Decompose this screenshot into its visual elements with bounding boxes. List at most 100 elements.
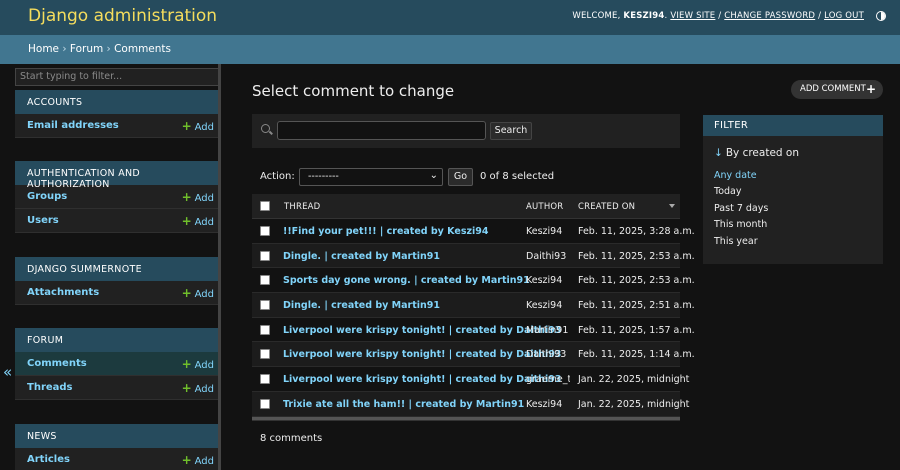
- author-cell: Keszi94: [526, 300, 563, 312]
- filter-option-this-year[interactable]: This year: [714, 236, 758, 247]
- thread-link[interactable]: Liverpool were krispy tonight! | created…: [283, 325, 561, 336]
- author-cell: Keszi94: [526, 398, 563, 410]
- column-created-on[interactable]: CREATED ON: [578, 202, 635, 212]
- author-cell: Daithi93: [526, 349, 567, 361]
- row-checkbox[interactable]: [260, 250, 270, 261]
- sidebar-item-comments[interactable]: Comments + Add: [15, 352, 220, 376]
- created-cell: Feb. 11, 2025, 1:57 a.m.: [578, 324, 695, 336]
- site-header: Django administration WELCOME, KESZI94. …: [0, 0, 900, 35]
- thread-link[interactable]: !!Find your pet!!! | created by Keszi94: [283, 226, 488, 237]
- results-table: THREAD AUTHOR CREATED ON !!Find your pet…: [252, 194, 695, 456]
- table-row: Dingle. | created by Martin91 Keszi94 Fe…: [252, 293, 695, 318]
- add-email-address-button[interactable]: + Add: [182, 119, 214, 133]
- view-site-link[interactable]: VIEW SITE: [670, 11, 715, 21]
- row-checkbox[interactable]: [260, 226, 270, 236]
- row-checkbox[interactable]: [260, 275, 270, 286]
- module-forum: FORUM Comments + Add Threads + Add: [15, 328, 220, 400]
- action-select[interactable]: --------- ⌄: [299, 168, 443, 186]
- sidebar-item-label[interactable]: Groups: [27, 191, 67, 202]
- change-password-link[interactable]: CHANGE PASSWORD: [724, 11, 815, 21]
- sidebar-item-articles[interactable]: Articles + Add: [15, 448, 220, 470]
- sidebar-item-threads[interactable]: Threads + Add: [15, 376, 220, 400]
- filter-option-any-date[interactable]: Any date: [714, 170, 757, 181]
- action-label: Action:: [260, 171, 295, 182]
- author-cell: graeme_t: [526, 374, 570, 386]
- created-cell: Feb. 11, 2025, 2:51 a.m.: [578, 300, 695, 312]
- collapse-sidebar-icon[interactable]: «: [3, 363, 12, 381]
- sidebar-item-email-addresses[interactable]: Email addresses + Add: [15, 114, 220, 138]
- add-thread-button[interactable]: + Add: [182, 381, 214, 395]
- created-cell: Feb. 11, 2025, 2:53 a.m.: [578, 250, 695, 262]
- add-article-button[interactable]: + Add: [182, 453, 214, 467]
- module-caption[interactable]: FORUM: [15, 328, 220, 352]
- sidebar-item-label[interactable]: Articles: [27, 454, 70, 465]
- sidebar-item-label[interactable]: Email addresses: [27, 120, 119, 131]
- table-row: Trixie ate all the ham!! | created by Ma…: [252, 391, 689, 417]
- row-checkbox[interactable]: [260, 324, 270, 335]
- table-row: Liverpool were krispy tonight! | created…: [252, 342, 695, 368]
- sidebar-item-label[interactable]: Attachments: [27, 287, 99, 298]
- row-checkbox[interactable]: [260, 349, 270, 360]
- row-checkbox[interactable]: [260, 374, 270, 385]
- go-button[interactable]: Go: [448, 168, 473, 186]
- thread-link[interactable]: Dingle. | created by Martin91: [283, 251, 440, 262]
- search-button[interactable]: Search: [490, 122, 532, 140]
- created-cell: Feb. 11, 2025, 2:53 a.m.: [578, 275, 695, 287]
- search-toolbar: Search: [252, 114, 680, 148]
- sidebar-item-label[interactable]: Threads: [27, 382, 73, 393]
- add-attachment-button[interactable]: + Add: [182, 286, 214, 300]
- sidebar-item-label[interactable]: Users: [27, 215, 59, 226]
- sort-desc-icon[interactable]: [669, 204, 675, 208]
- add-comment-button[interactable]: ADD COMMENT +: [791, 80, 883, 99]
- site-brand[interactable]: Django administration: [28, 6, 217, 26]
- column-thread[interactable]: THREAD: [284, 202, 320, 212]
- filter-heading[interactable]: ↓ By created on: [714, 147, 799, 159]
- module-auth: AUTHENTICATION AND AUTHORIZATION Groups …: [15, 161, 220, 233]
- plus-icon: +: [181, 119, 192, 133]
- log-out-link[interactable]: LOG OUT: [824, 11, 864, 21]
- filter-option-today[interactable]: Today: [714, 186, 741, 197]
- nav-filter-input[interactable]: Start typing to filter...: [15, 68, 220, 86]
- module-caption[interactable]: DJANGO SUMMERNOTE: [15, 257, 220, 281]
- page-title: Select comment to change: [252, 82, 455, 100]
- theme-toggle-icon[interactable]: [876, 11, 886, 21]
- plus-icon: +: [181, 214, 192, 228]
- column-author[interactable]: AUTHOR: [526, 202, 563, 212]
- row-checkbox[interactable]: [260, 300, 270, 311]
- breadcrumb: Home › Forum › Comments: [0, 35, 900, 64]
- actions-bar: Action: --------- ⌄ Go 0 of 8 selected: [252, 166, 680, 188]
- module-caption[interactable]: ACCOUNTS: [15, 90, 220, 114]
- author-cell: Martin91: [526, 324, 569, 336]
- thread-link[interactable]: Sports day gone wrong. | created by Mart…: [283, 275, 530, 286]
- breadcrumb-current: Comments: [114, 43, 172, 55]
- breadcrumb-home[interactable]: Home: [28, 43, 59, 55]
- select-all-checkbox[interactable]: [260, 201, 270, 211]
- thread-link[interactable]: Liverpool were krispy tonight! | created…: [283, 374, 561, 385]
- sidebar-item-label[interactable]: Comments: [27, 358, 87, 369]
- sidebar-item-attachments[interactable]: Attachments + Add: [15, 281, 220, 305]
- sidebar-item-users[interactable]: Users + Add: [15, 209, 220, 233]
- sidebar-item-groups[interactable]: Groups + Add: [15, 185, 220, 209]
- module-summernote: DJANGO SUMMERNOTE Attachments + Add: [15, 257, 220, 305]
- filter-option-past-7-days[interactable]: Past 7 days: [714, 203, 768, 214]
- breadcrumb-forum[interactable]: Forum: [70, 43, 103, 55]
- thread-link[interactable]: Trixie ate all the ham!! | created by Ma…: [283, 399, 524, 410]
- filter-option-this-month[interactable]: This month: [714, 219, 767, 230]
- thread-link[interactable]: Liverpool were krispy tonight! | created…: [283, 349, 561, 360]
- add-group-button[interactable]: + Add: [182, 190, 214, 204]
- search-input[interactable]: [277, 121, 486, 140]
- plus-icon: +: [181, 453, 192, 467]
- created-cell: Feb. 11, 2025, 3:28 a.m.: [578, 226, 695, 237]
- table-row: Sports day gone wrong. | created by Mart…: [252, 268, 695, 294]
- table-row: Liverpool were krispy tonight! | created…: [252, 317, 695, 343]
- row-checkbox[interactable]: [260, 398, 270, 409]
- module-caption[interactable]: NEWS: [15, 424, 220, 448]
- module-caption[interactable]: AUTHENTICATION AND AUTHORIZATION: [15, 161, 220, 190]
- add-user-button[interactable]: + Add: [182, 214, 214, 228]
- sidebar-scrollbar[interactable]: [218, 64, 221, 470]
- filter-title: FILTER: [703, 115, 883, 136]
- add-comment-sidebar-button[interactable]: + Add: [182, 357, 214, 371]
- selected-count: 0 of 8 selected: [480, 171, 555, 182]
- thread-link[interactable]: Dingle. | created by Martin91: [283, 300, 440, 311]
- user-tools: WELCOME, KESZI94. VIEW SITE / CHANGE PAS…: [572, 11, 864, 21]
